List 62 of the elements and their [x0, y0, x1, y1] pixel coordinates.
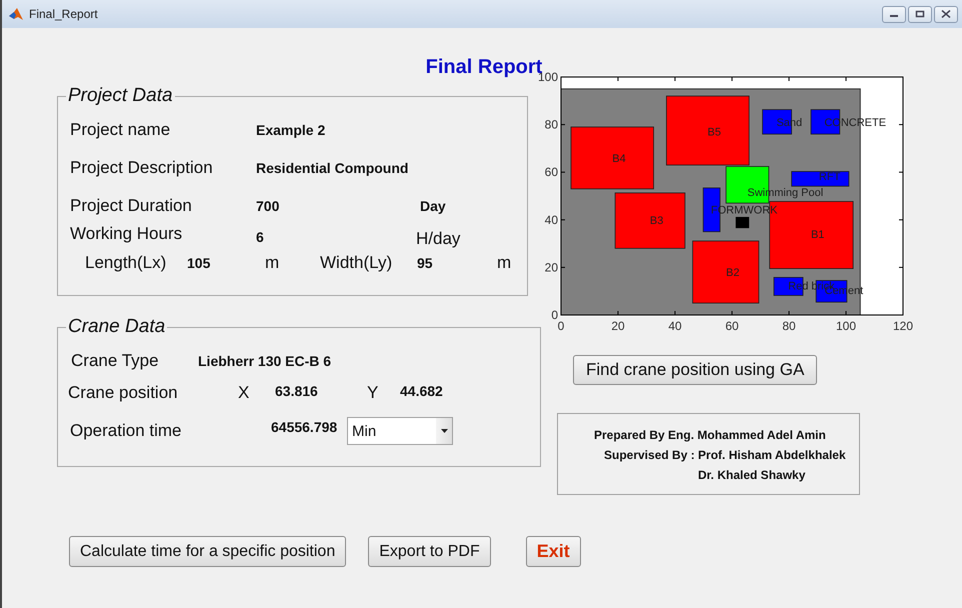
tick-label: 60: [725, 319, 739, 333]
field-label: Crane position: [68, 383, 179, 403]
close-icon: [941, 10, 951, 18]
facility-label: B5: [708, 126, 721, 139]
facility-label: B2: [726, 267, 740, 280]
unit-dropdown[interactable]: Min: [347, 417, 453, 445]
axis-label: X: [238, 383, 250, 403]
field-value: Liebherr 130 EC-B 6: [198, 353, 332, 369]
tick-label: 80: [782, 319, 796, 333]
export-button[interactable]: Export to PDF: [368, 536, 491, 567]
tick-label: 0: [551, 308, 558, 322]
minimize-button[interactable]: [882, 6, 906, 22]
unit-label: Day: [420, 198, 447, 214]
unit-label: m: [497, 253, 512, 273]
axis-label: Y: [367, 383, 380, 403]
tick-label: 40: [544, 212, 558, 227]
field-value: 700: [256, 198, 280, 214]
field-label: Project name: [70, 120, 172, 140]
field-value: Example 2: [256, 122, 326, 138]
field-label: Project Duration: [70, 196, 193, 216]
field-label: Operation time: [70, 421, 182, 441]
panel-title: Project Data: [66, 85, 175, 107]
caret-icon: [440, 429, 448, 433]
unit-label: m: [265, 253, 280, 273]
tick-label: 60: [544, 165, 558, 180]
maximize-button[interactable]: [908, 6, 932, 22]
facility-label: CONCRETE: [824, 117, 886, 130]
unit-label: H/day: [416, 229, 462, 249]
facility-label: B3: [650, 214, 664, 227]
tick-label: 0: [558, 319, 564, 333]
facility-label: RFT: [818, 170, 840, 183]
field-label: Width(Ly): [320, 253, 394, 273]
field-label: Crane Type: [71, 351, 160, 371]
field-value: 64556.798: [271, 419, 338, 435]
field-value: 63.816: [275, 383, 319, 399]
window-title: Final_Report: [29, 7, 99, 21]
field-label: Working Hours: [70, 224, 184, 244]
tick-label: 120: [892, 319, 914, 333]
app-icon: [8, 6, 24, 22]
credit-line: Supervised By : Prof. Hisham Abdelkhalek: [604, 448, 846, 462]
tick-label: 20: [544, 260, 558, 274]
calculate-button[interactable]: Calculate time for a specific position: [69, 536, 346, 567]
field-value: 44.682: [400, 383, 444, 399]
credit-line: Prepared By Eng. Mohammed Adel Amin: [594, 428, 826, 442]
field-value: 6: [256, 229, 265, 245]
facility-label: B4: [612, 152, 626, 165]
field-value: 105: [187, 255, 212, 271]
maximize-icon: [915, 10, 925, 18]
tick-label: 100: [836, 319, 856, 333]
tick-label: 80: [544, 118, 558, 132]
field-label: Length(Lx): [85, 253, 168, 273]
field-label: Project Description: [70, 158, 214, 178]
tick-label: 40: [668, 319, 682, 333]
credit-line: Dr. Khaled Shawky: [698, 468, 806, 482]
tick-label: 20: [611, 319, 625, 333]
find-position-button[interactable]: Find crane position using GA: [573, 355, 818, 385]
exit-button[interactable]: Exit: [526, 536, 581, 567]
field-value: 95: [417, 255, 434, 271]
close-button[interactable]: [934, 6, 958, 22]
field-value: Residential Compound: [256, 160, 410, 176]
facility-label: B1: [810, 229, 824, 242]
crane-marker: [736, 216, 750, 228]
